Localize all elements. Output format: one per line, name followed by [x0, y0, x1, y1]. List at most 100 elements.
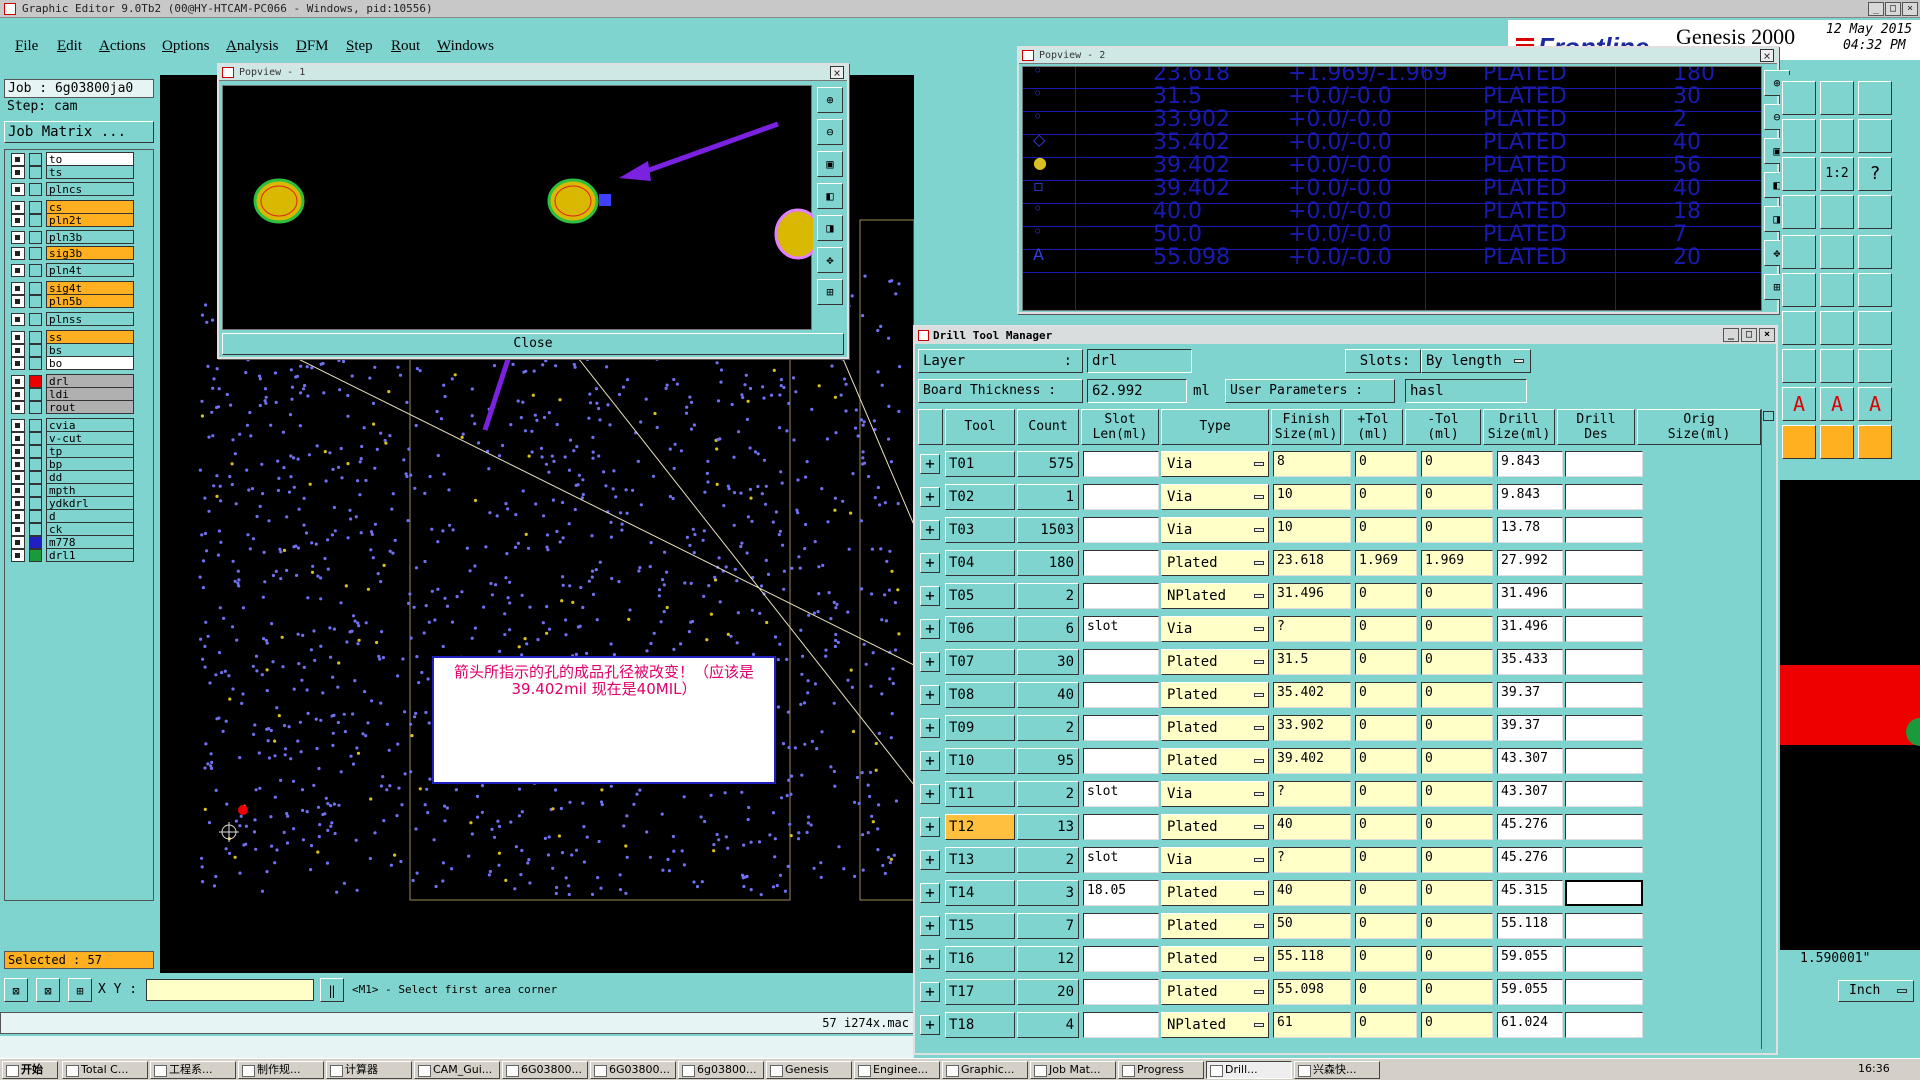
tool-grid-icon[interactable]: [1782, 195, 1816, 229]
drill-size-input[interactable]: 45.315: [1497, 880, 1563, 906]
dtm-table-row[interactable]: + T09 2 Plated 33.902 0 0 39.37: [915, 713, 1761, 746]
drill-size-input[interactable]: 59.055: [1497, 979, 1563, 1005]
popview-zoom-out-icon[interactable]: ⊖: [817, 119, 843, 145]
taskbar-item[interactable]: 计算器: [326, 1061, 412, 1079]
menu-edit[interactable]: Edit: [57, 38, 82, 55]
tool-cross-icon[interactable]: [1782, 273, 1816, 307]
finish-size-input[interactable]: 10: [1273, 484, 1351, 510]
type-dropdown[interactable]: Plated: [1161, 946, 1269, 972]
layer-row-ck[interactable]: ck: [11, 522, 134, 536]
slot-len-input[interactable]: [1083, 1012, 1159, 1038]
minus-tol-input[interactable]: 1.969: [1421, 550, 1493, 576]
type-dropdown[interactable]: Via: [1161, 451, 1269, 477]
expand-plus-icon[interactable]: +: [920, 817, 940, 837]
minus-tol-input[interactable]: 0: [1421, 781, 1493, 807]
layer-checkbox[interactable]: [11, 313, 25, 326]
drill-size-input[interactable]: 9.843: [1497, 451, 1563, 477]
tool-move-icon[interactable]: [1858, 273, 1892, 307]
taskbar-item[interactable]: CAM_Gui...: [414, 1061, 500, 1079]
minus-tol-input[interactable]: 0: [1421, 748, 1493, 774]
grid-select-icon[interactable]: ⊞: [68, 978, 92, 1002]
layer-row-ss[interactable]: ss: [11, 330, 134, 344]
tool-minus-icon[interactable]: [1782, 349, 1816, 383]
expand-plus-icon[interactable]: +: [920, 982, 940, 1002]
tool-connect-icon[interactable]: [1820, 273, 1854, 307]
dtm-minimize-button[interactable]: _: [1723, 328, 1739, 342]
drill-des-input[interactable]: [1565, 814, 1643, 840]
layer-color-swatch[interactable]: [29, 247, 42, 260]
popview-zoom-in-icon[interactable]: ⊕: [817, 87, 843, 113]
drill-des-input[interactable]: [1565, 550, 1643, 576]
tool-cell[interactable]: T09: [945, 715, 1015, 741]
slot-len-input[interactable]: [1083, 451, 1159, 477]
expand-plus-icon[interactable]: +: [920, 784, 940, 804]
plus-tol-input[interactable]: 0: [1355, 583, 1417, 609]
tool-zoom-icon[interactable]: [1782, 119, 1816, 153]
layer-row-sig3b[interactable]: sig3b: [11, 246, 134, 260]
maximize-button[interactable]: □: [1885, 2, 1901, 16]
dtm-table-row[interactable]: + T13 2 slot Via? 0 0 45.276: [915, 845, 1761, 878]
slot-len-input[interactable]: [1083, 748, 1159, 774]
plus-tol-input[interactable]: 0: [1355, 748, 1417, 774]
drill-size-input[interactable]: 39.37: [1497, 715, 1563, 741]
layer-checkbox[interactable]: [11, 401, 25, 414]
minus-tol-input[interactable]: 0: [1421, 517, 1493, 543]
menu-dfm[interactable]: DFM: [296, 38, 329, 55]
layer-row-bp[interactable]: bp: [11, 457, 134, 471]
taskbar-item[interactable]: Drill...: [1206, 1061, 1292, 1079]
dtm-table-row[interactable]: + T18 4 NPlated 61 0 0 61.024: [915, 1010, 1761, 1043]
type-dropdown[interactable]: Plated: [1161, 649, 1269, 675]
tool-frame-icon[interactable]: [1820, 349, 1854, 383]
minus-tol-input[interactable]: 0: [1421, 979, 1493, 1005]
tool-text-a2-icon[interactable]: A: [1820, 387, 1854, 421]
tool-cell[interactable]: T05: [945, 583, 1015, 609]
layer-checkbox[interactable]: [11, 247, 25, 260]
popview-center-icon[interactable]: ✥: [817, 247, 843, 273]
plus-tol-input[interactable]: 0: [1355, 517, 1417, 543]
taskbar-item[interactable]: Job Mat...: [1030, 1061, 1116, 1079]
finish-size-input[interactable]: ?: [1273, 847, 1351, 873]
finish-size-input[interactable]: 40: [1273, 814, 1351, 840]
tool-measure-icon[interactable]: [1858, 195, 1892, 229]
dtm-table-row[interactable]: + T02 1 Via 10 0 0 9.843: [915, 482, 1761, 515]
drill-des-input[interactable]: [1565, 748, 1643, 774]
units-dropdown[interactable]: Inch: [1838, 980, 1914, 1002]
taskbar-item[interactable]: Graphic...: [942, 1061, 1028, 1079]
minus-tol-input[interactable]: 0: [1421, 946, 1493, 972]
tool-pad-icon[interactable]: [1858, 235, 1892, 269]
expand-plus-icon[interactable]: +: [920, 520, 940, 540]
layer-row-m778[interactable]: m778: [11, 535, 134, 549]
plus-tol-input[interactable]: 0: [1355, 979, 1417, 1005]
type-dropdown[interactable]: Plated: [1161, 715, 1269, 741]
layer-row-sig4t[interactable]: sig4t: [11, 281, 134, 295]
dtm-close-button[interactable]: ×: [1759, 328, 1775, 342]
layer-row-plncs[interactable]: plncs: [11, 182, 134, 196]
drill-size-input[interactable]: 55.118: [1497, 913, 1563, 939]
taskbar-item[interactable]: 6g03800...: [678, 1061, 764, 1079]
plus-tol-input[interactable]: 0: [1355, 682, 1417, 708]
expand-plus-icon[interactable]: +: [920, 619, 940, 639]
type-dropdown[interactable]: Plated: [1161, 682, 1269, 708]
popview-home-icon[interactable]: ⊞: [817, 279, 843, 305]
finish-size-input[interactable]: 39.402: [1273, 748, 1351, 774]
finish-size-input[interactable]: 55.118: [1273, 946, 1351, 972]
tool-cell[interactable]: T13: [945, 847, 1015, 873]
tool-snap-icon[interactable]: [1820, 195, 1854, 229]
drill-des-input[interactable]: [1565, 913, 1643, 939]
finish-size-input[interactable]: 61: [1273, 1012, 1351, 1038]
layer-color-swatch[interactable]: [29, 214, 42, 227]
tool-cell[interactable]: T08: [945, 682, 1015, 708]
menu-windows[interactable]: Windows: [437, 38, 494, 55]
minus-tol-input[interactable]: 0: [1421, 583, 1493, 609]
minus-tol-input[interactable]: 0: [1421, 682, 1493, 708]
type-dropdown[interactable]: Plated: [1161, 748, 1269, 774]
slot-len-input[interactable]: [1083, 946, 1159, 972]
layer-color-swatch[interactable]: [29, 231, 42, 244]
layer-row-pln2t[interactable]: pln2t: [11, 213, 134, 227]
tool-cell[interactable]: T10: [945, 748, 1015, 774]
plus-tol-input[interactable]: 0: [1355, 616, 1417, 642]
drill-size-input[interactable]: 9.843: [1497, 484, 1563, 510]
dtm-table-row[interactable]: + T12 13 Plated 40 0 0 45.276: [915, 812, 1761, 845]
drill-size-input[interactable]: 43.307: [1497, 781, 1563, 807]
drill-size-input[interactable]: 13.78: [1497, 517, 1563, 543]
